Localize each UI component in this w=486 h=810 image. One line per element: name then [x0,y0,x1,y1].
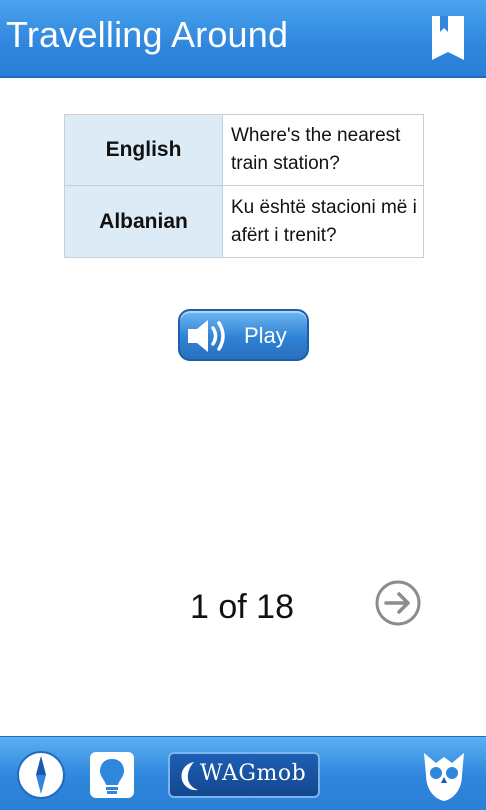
language-label: Albanian [65,186,223,257]
page-title: Travelling Around [6,14,289,55]
table-row: English Where's the nearest train statio… [65,115,423,186]
play-label: Play [244,323,287,348]
lightbulb-button[interactable] [90,752,134,798]
compass-icon[interactable] [16,750,66,800]
lightbulb-icon [100,759,124,794]
page-counter: 1 of 18 [190,588,294,626]
play-button[interactable]: Play [178,309,309,361]
table-row: Albanian Ku është stacioni më i afërt i … [65,186,423,257]
owl-icon[interactable] [420,747,468,805]
language-label: English [65,115,223,185]
book-icon[interactable] [428,14,468,62]
bottom-toolbar: WAGmob [0,736,486,810]
phrase-text: Ku është stacioni më i afërt i trenit? [231,196,417,246]
app-header: Travelling Around [0,0,486,78]
phrase-table: English Where's the nearest train statio… [64,114,424,258]
wagmob-label: WAGmob [200,761,307,786]
arrow-right-circle-icon[interactable] [374,579,422,627]
wagmob-button[interactable]: WAGmob [168,752,320,798]
phrase-text: Where's the nearest train station? [231,125,401,174]
moon-icon [181,762,198,791]
speaker-icon [188,320,225,352]
